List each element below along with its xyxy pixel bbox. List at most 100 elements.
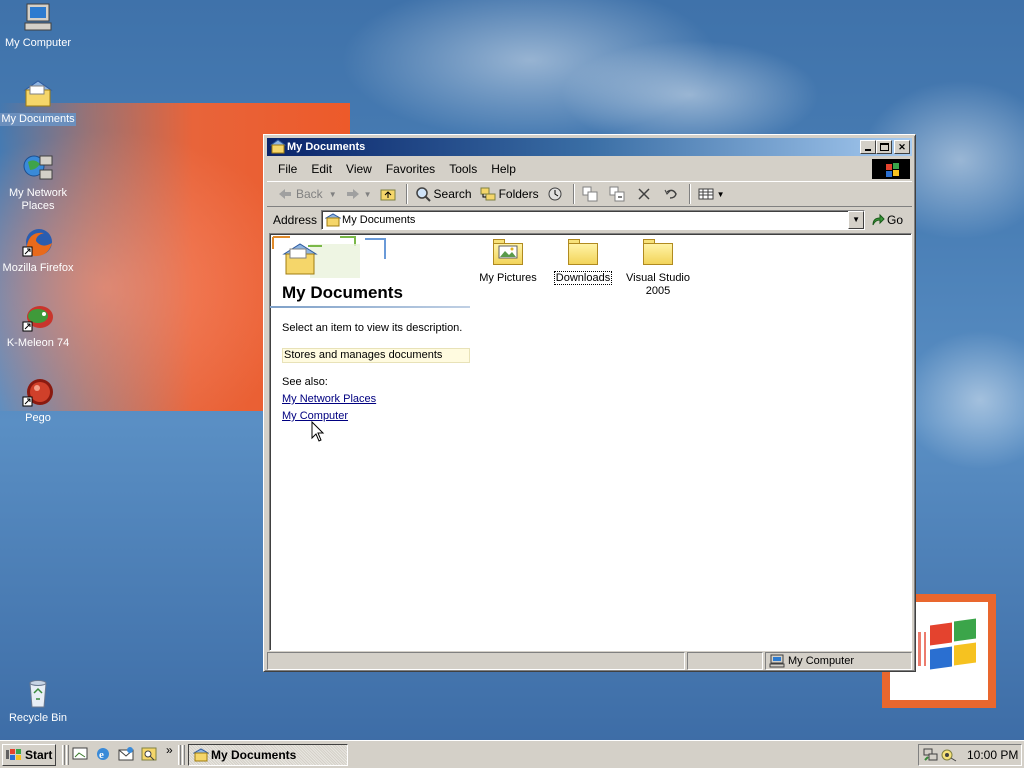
back-label: Back xyxy=(296,187,323,201)
system-tray: 10:00 PM xyxy=(918,744,1022,766)
address-label: Address xyxy=(273,213,318,227)
desktop-icon-k-meleon[interactable]: K-Meleon 74 xyxy=(0,302,76,350)
desktop-icon-label: K-Meleon 74 xyxy=(6,337,70,349)
start-button[interactable]: Start xyxy=(2,744,56,766)
folders-button[interactable]: Folders xyxy=(476,183,543,205)
search-button[interactable]: Search xyxy=(411,183,476,205)
network-places-icon xyxy=(22,152,54,184)
forward-dropdown-icon: ▼ xyxy=(363,189,372,199)
delete-icon xyxy=(636,186,652,202)
documents-folder-icon xyxy=(269,139,287,155)
go-button[interactable]: Go xyxy=(871,213,903,227)
up-button[interactable] xyxy=(376,183,403,205)
show-desktop-icon[interactable] xyxy=(72,746,88,762)
go-arrow-icon xyxy=(871,213,885,227)
network-tray-icon[interactable] xyxy=(923,748,939,762)
desktop-icon-label: Recycle Bin xyxy=(8,712,68,724)
taskbar-button-my-documents[interactable]: My Documents xyxy=(188,744,348,766)
address-field[interactable]: My Documents ▼ xyxy=(321,210,866,230)
maximize-icon xyxy=(880,143,889,151)
desktop-icon-firefox[interactable]: Mozilla Firefox xyxy=(0,227,76,275)
recycle-bin-icon xyxy=(22,677,54,709)
standard-toolbar: Back ▼ ▼ Search Folders ▼ xyxy=(267,181,912,207)
internet-explorer-icon[interactable]: e xyxy=(95,746,111,762)
address-dropdown-button[interactable]: ▼ xyxy=(848,211,865,229)
chevron-down-icon: ▼ xyxy=(852,215,860,224)
file-item-visual-studio-2005[interactable]: Visual Studio 2005 xyxy=(618,237,698,298)
desktop-icon-my-documents[interactable]: My Documents xyxy=(0,78,76,126)
views-button[interactable]: ▼ xyxy=(694,183,729,205)
menu-bar: File Edit View Favorites Tools Help xyxy=(267,158,912,180)
copy-to-button[interactable] xyxy=(605,183,632,205)
file-label: Downloads xyxy=(553,271,613,285)
windows-flag-icon xyxy=(6,748,22,762)
forward-arrow-icon xyxy=(345,186,361,202)
move-to-button[interactable] xyxy=(578,183,605,205)
desktop-icon-label: My Computer xyxy=(4,37,72,49)
file-item-my-pictures[interactable]: My Pictures xyxy=(468,237,548,285)
undo-button[interactable] xyxy=(659,183,686,205)
link-my-network-places[interactable]: My Network Places xyxy=(282,393,376,405)
status-zone-label: My Computer xyxy=(788,655,855,667)
toolbar-separator xyxy=(405,184,408,204)
volume-tray-icon[interactable] xyxy=(941,748,957,762)
address-value: My Documents xyxy=(342,214,416,226)
documents-folder-icon xyxy=(324,213,342,227)
back-dropdown-icon: ▼ xyxy=(328,189,337,199)
status-panel-main xyxy=(267,652,685,670)
menu-view[interactable]: View xyxy=(339,162,379,176)
k-meleon-icon xyxy=(22,302,54,334)
status-panel-size xyxy=(687,652,763,670)
menu-favorites[interactable]: Favorites xyxy=(379,162,442,176)
file-label: Visual Studio 2005 xyxy=(625,272,690,297)
menu-edit[interactable]: Edit xyxy=(304,162,339,176)
close-icon: ✕ xyxy=(898,142,906,152)
search-window-icon[interactable] xyxy=(141,746,157,762)
quick-launch-overflow-icon[interactable]: » xyxy=(166,743,173,757)
desktop-icon-pego[interactable]: Pego xyxy=(0,377,76,425)
back-arrow-icon xyxy=(277,186,293,202)
desktop-icon-recycle-bin[interactable]: Recycle Bin xyxy=(0,677,76,725)
desktop-icon-label: Mozilla Firefox xyxy=(2,262,74,274)
pane-prompt: Select an item to view its description. xyxy=(282,322,463,334)
address-bar: Address My Documents ▼ Go xyxy=(267,208,912,232)
desktop-icon-network-places[interactable]: My Network Places xyxy=(0,152,76,213)
forward-button[interactable]: ▼ xyxy=(341,183,376,205)
status-bar: My Computer xyxy=(267,652,912,670)
menu-tools[interactable]: Tools xyxy=(442,162,484,176)
pane-description: Stores and manages documents xyxy=(282,348,470,363)
minimize-button[interactable] xyxy=(860,140,876,154)
desktop-cloud xyxy=(900,330,1024,470)
outlook-express-icon[interactable] xyxy=(118,746,134,762)
see-also-label: See also: xyxy=(282,376,328,388)
menu-help[interactable]: Help xyxy=(484,162,523,176)
desktop-icon-my-computer[interactable]: My Computer xyxy=(0,2,76,50)
pego-icon xyxy=(22,377,54,409)
mouse-cursor-icon xyxy=(311,421,325,442)
folder-icon xyxy=(642,237,674,269)
back-button[interactable]: Back ▼ xyxy=(273,183,341,205)
delete-button[interactable] xyxy=(632,183,659,205)
menu-file[interactable]: File xyxy=(271,162,304,176)
search-label: Search xyxy=(433,187,472,201)
title-bar[interactable]: My Documents ✕ xyxy=(267,138,912,156)
firefox-icon xyxy=(22,227,54,259)
taskbar: Start e » My Documents 10:00 PM xyxy=(0,740,1024,768)
computer-icon xyxy=(769,654,785,668)
clock[interactable]: 10:00 PM xyxy=(967,745,1018,765)
computer-icon xyxy=(22,2,54,34)
taskbar-separator xyxy=(66,745,69,765)
minimize-icon xyxy=(865,149,871,151)
maximize-button[interactable] xyxy=(876,140,892,154)
close-button[interactable]: ✕ xyxy=(894,140,910,154)
history-button[interactable] xyxy=(543,183,570,205)
status-panel-zone: My Computer xyxy=(765,652,912,670)
file-item-downloads[interactable]: Downloads xyxy=(543,237,623,285)
web-view-pane: My Documents Select an item to view its … xyxy=(270,234,470,650)
copy-to-icon xyxy=(609,186,625,202)
explorer-window[interactable]: My Documents ✕ File Edit View Favorites … xyxy=(263,134,916,672)
desktop-icon-label: My Documents xyxy=(0,113,76,126)
folder-view[interactable]: My Documents Select an item to view its … xyxy=(269,233,912,651)
desktop-icon-label: Pego xyxy=(25,412,51,424)
history-icon xyxy=(547,186,563,202)
